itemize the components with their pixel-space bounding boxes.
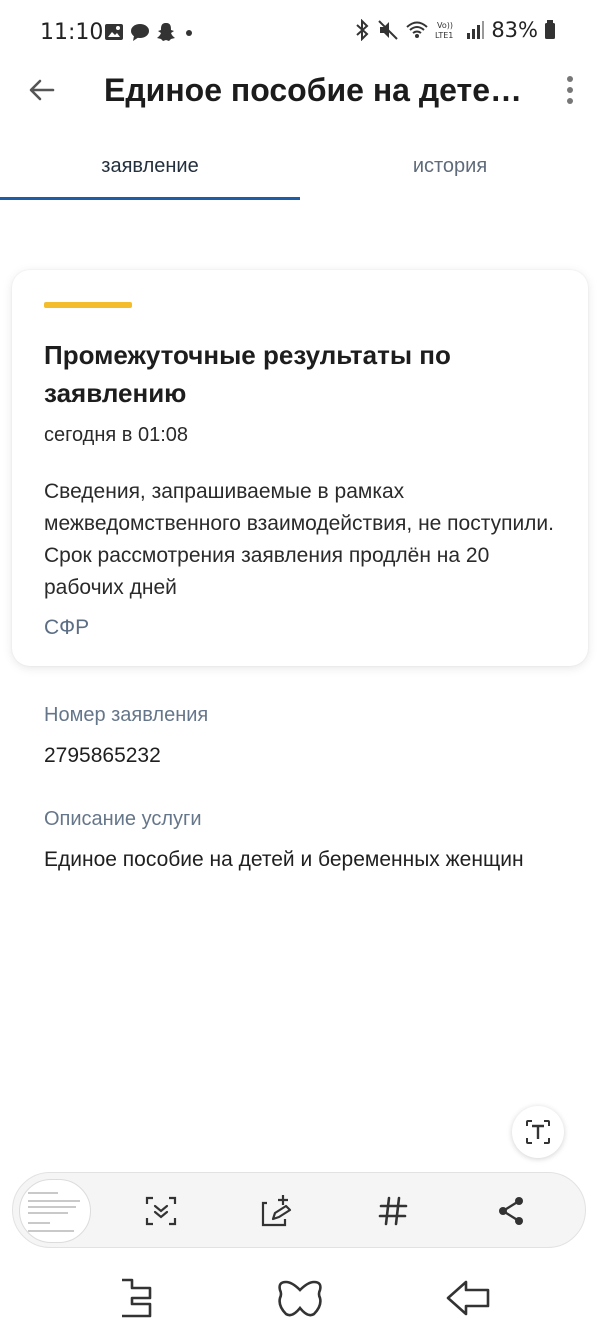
page-title: Единое пособие на детей... bbox=[104, 72, 524, 108]
home-icon bbox=[278, 1280, 322, 1317]
extract-text-button[interactable] bbox=[512, 1106, 564, 1158]
card-accent-bar bbox=[44, 302, 132, 308]
chat-icon bbox=[131, 24, 149, 41]
edit-button[interactable] bbox=[253, 1187, 301, 1235]
status-bar: 11:10 Vo)) LTE1 83% bbox=[0, 0, 600, 66]
wifi-icon bbox=[406, 21, 428, 38]
edit-icon bbox=[261, 1195, 292, 1227]
text-extract-icon bbox=[526, 1120, 550, 1144]
snapchat-icon bbox=[157, 23, 175, 41]
screenshot-toolbar bbox=[12, 1172, 586, 1248]
application-number-label: Номер заявления bbox=[44, 704, 209, 726]
svg-text:LTE1: LTE1 bbox=[435, 31, 453, 40]
recent-apps-button[interactable] bbox=[112, 1274, 160, 1322]
application-number-value: 2795865232 bbox=[44, 744, 161, 767]
hashtag-icon bbox=[378, 1196, 408, 1226]
home-button[interactable] bbox=[276, 1274, 324, 1322]
mute-icon bbox=[378, 20, 399, 40]
notification-icons bbox=[104, 22, 196, 42]
scroll-capture-button[interactable] bbox=[137, 1187, 185, 1235]
scroll-capture-icon bbox=[145, 1196, 177, 1226]
volte-icon: Vo))LTE1 bbox=[435, 21, 453, 40]
more-vert-icon bbox=[567, 76, 573, 82]
system-icons: Vo)) LTE1 83% bbox=[353, 18, 556, 42]
service-description-label: Описание услуги bbox=[44, 808, 202, 830]
card-message: Сведения, запрашиваемые в рамках межведо… bbox=[44, 480, 554, 599]
status-card: Промежуточные результаты по заявлению се… bbox=[12, 270, 588, 666]
back-arrow-icon bbox=[29, 79, 55, 101]
back-nav-button[interactable] bbox=[444, 1274, 492, 1322]
tab-application[interactable]: заявление bbox=[0, 140, 300, 202]
more-options-button[interactable] bbox=[560, 72, 580, 108]
bluetooth-icon bbox=[356, 19, 369, 41]
tab-indicator bbox=[0, 197, 300, 200]
status-time: 11:10 bbox=[40, 20, 104, 45]
card-title: Промежуточные результаты по заявлению bbox=[44, 340, 451, 408]
tag-button[interactable] bbox=[369, 1187, 417, 1235]
tab-history[interactable]: история bbox=[300, 140, 600, 202]
dot-icon bbox=[186, 30, 192, 36]
image-icon bbox=[105, 24, 123, 40]
app-bar: Единое пособие на детей... bbox=[0, 66, 600, 116]
screenshot-thumbnail[interactable] bbox=[19, 1179, 91, 1243]
recent-apps-icon bbox=[122, 1278, 152, 1318]
signal-icon bbox=[467, 21, 485, 39]
battery-icon bbox=[545, 20, 555, 39]
card-source: СФР bbox=[44, 616, 90, 639]
service-description-value: Единое пособие на детей и беременных жен… bbox=[44, 848, 524, 871]
share-icon bbox=[499, 1197, 523, 1225]
card-timestamp: сегодня в 01:08 bbox=[44, 424, 188, 446]
battery-level: 83% bbox=[491, 18, 538, 42]
tab-bar: заявление история bbox=[0, 140, 600, 202]
svg-text:Vo)): Vo)) bbox=[437, 21, 453, 30]
back-nav-icon bbox=[446, 1280, 490, 1316]
back-button[interactable] bbox=[24, 72, 60, 108]
navigation-bar bbox=[0, 1262, 600, 1332]
share-button[interactable] bbox=[487, 1187, 535, 1235]
